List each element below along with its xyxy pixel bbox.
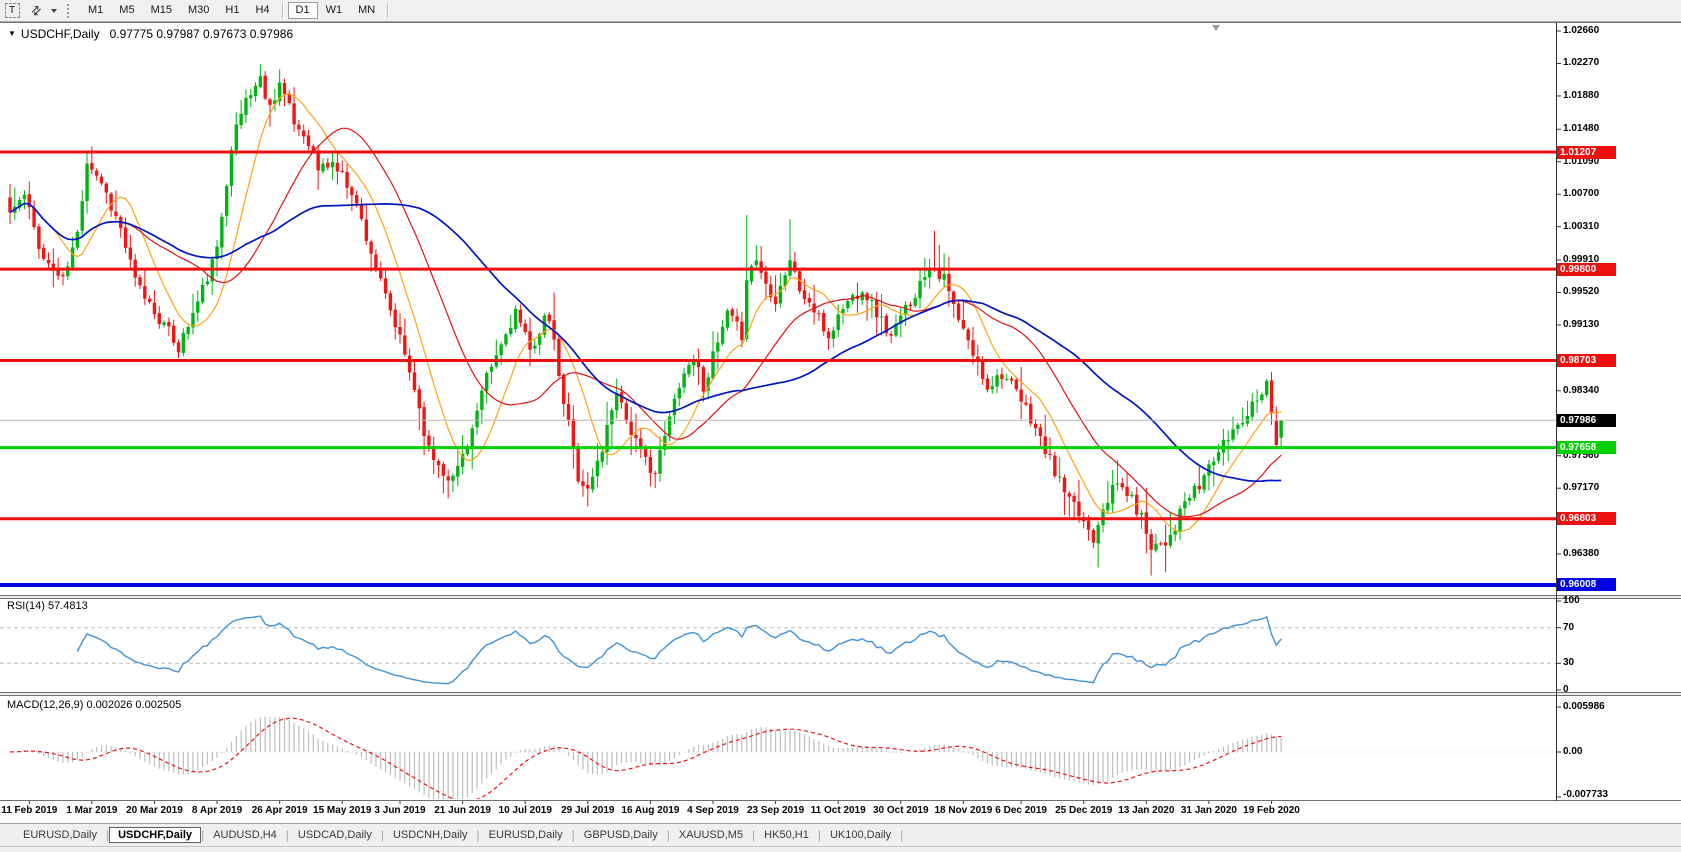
date-axis-label: 25 Dec 2019 — [1055, 805, 1113, 816]
timeframe-button-m30[interactable]: M30 — [180, 2, 217, 19]
timeframe-group: M1 M5 M15 M30 H1 H4 D1 W1 MN — [80, 2, 393, 19]
macd-label: MACD(12,26,9) 0.002026 0.002505 — [7, 699, 182, 711]
price-axis-label: 0.98340 — [1563, 384, 1600, 396]
date-axis-label: 4 Sep 2019 — [687, 805, 739, 816]
date-axis-label: 3 Jun 2019 — [374, 805, 426, 816]
price-level-badge: 1.01207 — [1557, 145, 1616, 159]
chart-tab-usdcad-daily[interactable]: USDCAD,Daily — [289, 827, 381, 843]
rsi-panel[interactable] — [0, 599, 1681, 692]
toolbar-separator — [387, 3, 390, 18]
price-axis-label: 1.00700 — [1563, 188, 1600, 200]
price-axis-label: 0.99520 — [1563, 286, 1600, 298]
chart-tab-hk50-h1[interactable]: HK50,H1 — [755, 827, 818, 843]
rsi-axis-label: 0 — [1563, 684, 1569, 695]
rsi-axis-label: 30 — [1563, 657, 1575, 669]
chart-tab-bar: EURUSD,Daily | USDCHF,Daily | AUDUSD,H4 | USDC… — [0, 823, 1681, 846]
macd-panel[interactable] — [0, 696, 1681, 800]
separator — [0, 598, 1681, 599]
chart-tab-uk100-daily[interactable]: UK100,Daily — [821, 827, 900, 843]
text-tool-button[interactable]: T — [1, 1, 23, 21]
rsi-label: RSI(14) 57.4813 — [7, 600, 88, 612]
mt4-window: T ⇅ M1 M5 M15 M30 H1 H4 D1 W1 MN ▼ USDCHF,Daily 0.… — [0, 0, 1681, 852]
date-axis-label: 6 Dec 2019 — [995, 805, 1047, 816]
price-axis-label: 0.97170 — [1563, 482, 1600, 494]
timeframe-button-h1[interactable]: H1 — [217, 2, 247, 19]
price-level-badge: 0.96008 — [1557, 578, 1616, 592]
rsi-axis-label: 70 — [1563, 621, 1575, 633]
date-axis-label: 26 Apr 2019 — [251, 805, 308, 816]
chart-tab-audusd-h4[interactable]: AUDUSD,H4 — [204, 827, 286, 843]
tab-separator: | — [900, 828, 904, 842]
status-bar — [0, 846, 1681, 852]
tile-windows-button[interactable]: ⇅ — [25, 1, 47, 21]
price-axis-border — [1556, 22, 1557, 801]
toolbar: T ⇅ M1 M5 M15 M30 H1 H4 D1 W1 MN — [0, 0, 1681, 22]
date-axis-border — [0, 800, 1681, 801]
date-axis-label: 11 Oct 2019 — [810, 805, 866, 816]
timeframe-button-m1[interactable]: M1 — [80, 2, 111, 19]
timeframe-button-m15[interactable]: M15 — [143, 2, 180, 19]
date-axis-label: 10 Jul 2019 — [498, 805, 552, 816]
chart-tab-usdcnh-daily[interactable]: USDCNH,Daily — [384, 827, 477, 843]
price-axis-label: 1.01480 — [1563, 123, 1600, 135]
macd-axis-label: 0.00 — [1563, 746, 1583, 757]
chart-tab-usdchf-daily[interactable]: USDCHF,Daily — [109, 827, 202, 843]
timeframe-button-mn[interactable]: MN — [350, 2, 383, 19]
date-axis-label: 13 Jan 2020 — [1118, 805, 1175, 816]
text-tool-icon: T — [4, 3, 20, 18]
timeframe-button-m5[interactable]: M5 — [111, 2, 142, 19]
rsi-axis-label: 100 — [1563, 595, 1580, 606]
chart-tab-eurusd-daily-1[interactable]: EURUSD,Daily — [14, 827, 106, 843]
date-axis-label: 16 Aug 2019 — [621, 805, 680, 816]
price-level-badge: 0.97658 — [1557, 441, 1616, 455]
toolbar-grip[interactable] — [67, 3, 74, 18]
chevron-down-icon — [50, 8, 57, 13]
date-axis-label: 20 Mar 2019 — [126, 805, 183, 816]
date-axis-label: 1 Mar 2019 — [66, 805, 118, 816]
price-axis-label: 1.02660 — [1563, 25, 1600, 36]
date-axis-label: 30 Oct 2019 — [872, 805, 929, 816]
date-axis-label: 23 Sep 2019 — [746, 805, 805, 816]
chart-tab-gbpusd-daily[interactable]: GBPUSD,Daily — [575, 827, 667, 843]
toolbar-dropdown-caret[interactable] — [48, 2, 59, 20]
timeframe-button-h4[interactable]: H4 — [247, 2, 277, 19]
toolbar-separator — [281, 3, 284, 18]
chart-title: ▼ USDCHF,Daily 0.97775 0.97987 0.97673 0.9… — [8, 27, 293, 41]
date-axis-label: 31 Jan 2020 — [1180, 805, 1237, 816]
chart-symbol: USDCHF,Daily — [20, 27, 100, 41]
price-level-badge: 0.98703 — [1557, 354, 1616, 368]
separator — [0, 695, 1681, 696]
macd-axis-label: -0.007733 — [1563, 789, 1609, 800]
current-price-badge: 0.97986 — [1557, 413, 1616, 427]
date-axis-label: 11 Feb 2019 — [1, 805, 58, 816]
chart-top-border — [0, 22, 1681, 23]
chart-tab-eurusd-daily-2[interactable]: EURUSD,Daily — [480, 827, 572, 843]
price-axis-label: 1.01880 — [1563, 89, 1600, 101]
main-chart-panel[interactable] — [0, 22, 1681, 596]
price-level-badge: 0.99800 — [1557, 262, 1616, 276]
symbol-dropdown-icon[interactable]: ▼ — [8, 29, 16, 38]
price-axis-label: 0.99130 — [1563, 318, 1600, 330]
date-axis-label: 19 Feb 2020 — [1243, 805, 1300, 816]
chart-shift-marker[interactable] — [1212, 25, 1220, 31]
chart-ohlc-values: 0.97775 0.97987 0.97673 0.97986 — [109, 27, 294, 41]
timeframe-button-w1[interactable]: W1 — [318, 2, 351, 19]
timeframe-button-d1[interactable]: D1 — [287, 2, 318, 19]
macd-axis-label: 0.005986 — [1563, 701, 1605, 712]
chart-tab-xauusd-m5[interactable]: XAUUSD,M5 — [670, 827, 752, 843]
price-level-badge: 0.96803 — [1557, 512, 1616, 526]
date-axis-label: 8 Apr 2019 — [191, 805, 243, 816]
date-axis-label: 29 Jul 2019 — [561, 805, 615, 816]
date-axis-label: 21 Jun 2019 — [434, 805, 491, 816]
price-axis-label: 0.96380 — [1563, 547, 1600, 559]
arrows-icon: ⇅ — [27, 1, 45, 20]
price-axis-label: 1.00310 — [1563, 220, 1600, 232]
price-axis-label: 1.02270 — [1563, 57, 1600, 69]
